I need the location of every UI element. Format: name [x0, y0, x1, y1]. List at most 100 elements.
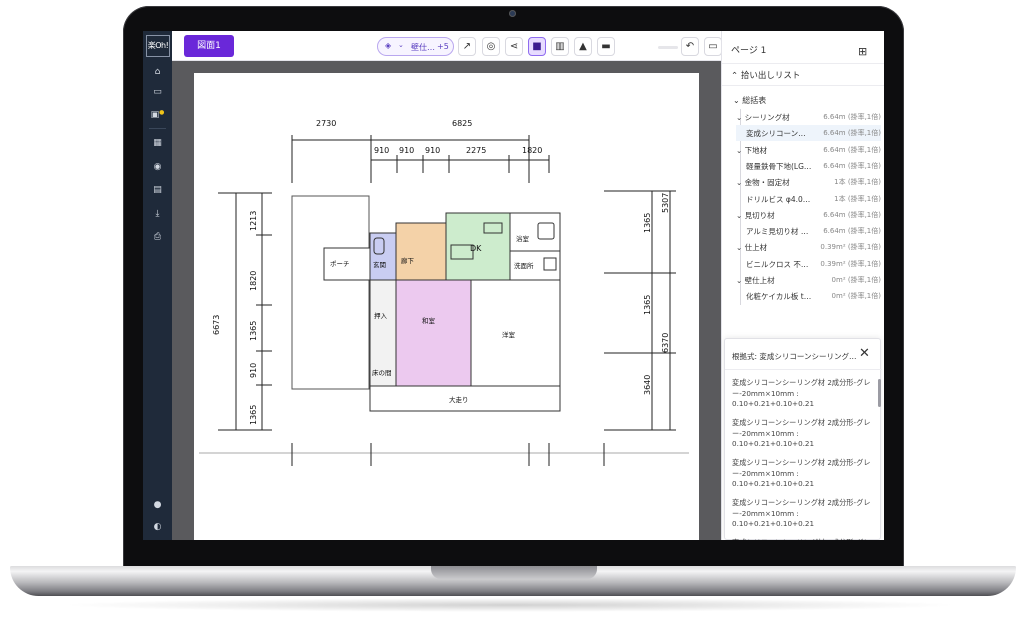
circle-target-icon[interactable]: ◎ — [482, 37, 500, 56]
chevron-down-icon: ⌄ — [398, 41, 404, 49]
app-logo[interactable]: 楽Oh! — [146, 35, 170, 57]
takeoff-list-header[interactable]: ⌃ 拾い出しリスト — [731, 69, 800, 81]
panel-divider — [722, 85, 884, 86]
formula-entry-text: 変成シリコーンシーリング材 2成分形-グレー-20mm×10mm : — [732, 418, 871, 438]
dim-top-910-c: 910 — [425, 146, 440, 155]
column-icon[interactable]: ▥ — [551, 37, 569, 56]
dim-left-1365-b: 1365 — [249, 405, 258, 425]
page-tab[interactable]: 図面1 — [184, 35, 234, 57]
room-closet: 押入 — [374, 311, 388, 320]
comment-icon[interactable]: ▬ — [597, 37, 615, 56]
laptop-shadow — [60, 598, 960, 612]
item-quantity: 6.64m (掛率,1倍) — [823, 210, 881, 219]
settings-icon[interactable]: ◐ — [143, 519, 172, 535]
summary-item-row[interactable]: 変成シリコーンシー… 6.64m (掛率,1倍) — [736, 125, 881, 142]
left-rail: 楽Oh! ⌂ ▭ ▣● ▦ ◉ ▤ ⤓ ⎙ ● ◐ — [143, 31, 172, 540]
dim-left-1365-a: 1365 — [249, 321, 258, 341]
arrow-icon[interactable]: ↗ — [458, 37, 476, 56]
close-icon[interactable]: ✕ — [859, 346, 870, 361]
item-name: ドリルビス φ4.0×25… — [746, 194, 812, 204]
archive-icon[interactable]: ▤ — [143, 182, 172, 198]
formula-entry-value: 0.10+0.21+0.10+0.21 — [732, 519, 815, 528]
room-youshitsu: 洋室 — [502, 330, 516, 339]
summary-table-header[interactable]: ⌄ 総括表 — [733, 95, 766, 106]
item-quantity: 0.39m² (掛率,1倍) — [820, 259, 881, 268]
room-veranda: 大走り — [449, 395, 469, 404]
dim-right-5307: 5307 — [661, 193, 670, 213]
user-icon[interactable]: ● — [143, 497, 172, 513]
rectangle-icon[interactable]: ■ — [528, 37, 546, 56]
dim-top-6825: 6825 — [452, 119, 472, 128]
formula-entry-text: 変成シリコーンシーリング材 2成分形-グレー- — [732, 538, 874, 540]
laptop-notch — [431, 566, 597, 579]
item-name: 変成シリコーンシー… — [746, 129, 812, 139]
item-name: アルミ見切り材 ア… — [746, 227, 812, 237]
summary-item-row[interactable]: アルミ見切り材 ア… 6.64m (掛率,1倍) — [736, 223, 881, 239]
dim-top-2730: 2730 — [316, 119, 336, 128]
summary-group-row[interactable]: ⌄ 仕上材 0.39m² (掛率,1倍) — [736, 239, 881, 255]
rail-divider — [149, 128, 166, 129]
dim-right-6370: 6370 — [661, 333, 670, 353]
formula-entry: 変成シリコーンシーリング材 2成分形-グレー-20mm×10mm :0.10+0… — [732, 498, 874, 530]
ruler-icon[interactable]: ▭ — [704, 37, 722, 56]
summary-group-row[interactable]: ⌄ 壁仕上材 0m² (掛率,1倍) — [736, 272, 881, 288]
item-quantity: 6.64m (掛率,1倍) — [823, 113, 881, 121]
dim-left-1213: 1213 — [249, 211, 258, 231]
home-icon[interactable]: ⌂ — [143, 64, 172, 80]
dim-top-910-a: 910 — [374, 146, 389, 155]
floor-plan-drawing: 2730 6825 910 910 910 2275 1820 6673 121… — [199, 119, 689, 466]
formula-entry: 変成シリコーンシーリング材 2成分形-グレー-20mm×10mm :0.10+0… — [732, 458, 874, 490]
summary-group-row[interactable]: ⌄ 見切り材 6.64m (掛率,1倍) — [736, 207, 881, 223]
item-quantity: 6.64m (掛率,1倍) — [823, 129, 881, 138]
formula-entry-value: 0.10+0.21+0.10+0.21 — [732, 479, 815, 488]
room-washitsu: 和室 — [422, 316, 436, 325]
formula-title: 根拠式: 変成シリコーンシーリング… — [732, 352, 857, 361]
item-quantity: 1本 (掛率,1倍) — [834, 194, 881, 203]
dim-left-6673: 6673 — [212, 315, 221, 335]
dim-right-1365-b: 1365 — [643, 295, 652, 315]
formula-entry: 変成シリコーンシーリング材 2成分形-グレー-20mm×10mm : — [732, 538, 874, 540]
dim-left-1820: 1820 — [249, 271, 258, 291]
formula-entry-value: 0.10+0.21+0.10+0.21 — [732, 399, 815, 408]
table-icon[interactable]: ▦ — [143, 135, 172, 151]
summary-item-row[interactable]: ドリルビス φ4.0×25… 1本 (掛率,1倍) — [736, 191, 881, 207]
eye-icon[interactable]: ◉ — [143, 159, 172, 175]
mountain-icon[interactable]: ▲ — [574, 37, 592, 56]
layer-label: 壁仕… — [411, 43, 435, 52]
zoom-slider[interactable] — [658, 46, 678, 49]
item-quantity: 6.64m (掛率,1倍) — [823, 145, 881, 154]
room-washroom: 洗面所 — [514, 261, 534, 270]
dim-top-910-b: 910 — [399, 146, 414, 155]
summary-group-row[interactable]: ⌄ シーリング材 6.64m (掛率,1倍) — [736, 109, 881, 125]
print-icon[interactable]: ⎙ — [143, 229, 172, 245]
formula-entry: 変成シリコーンシーリング材 2成分形-グレー-20mm×10mm :0.10+0… — [732, 378, 874, 410]
room-dk: DK — [470, 244, 482, 253]
top-toolbar: 図面1 ◈ ⌄ 壁仕… +5 ↗ ◎ ⋖ ■ ▥ ▲ ▬ ↶ ▭ — [172, 31, 722, 61]
layer-selector[interactable]: ◈ ⌄ 壁仕… +5 — [377, 37, 454, 56]
summary-item-row[interactable]: ビニルクロス 不燃… 0.39m² (掛率,1倍) — [736, 256, 881, 272]
summary-item-row[interactable]: 化粧ケイカル板 t=6… 0m² (掛率,1倍) — [736, 288, 881, 304]
formula-entry-value: 0.10+0.21+0.10+0.21 — [732, 439, 815, 448]
summary-item-row[interactable]: 軽量鉄骨下地(LGS… 6.64m (掛率,1倍) — [736, 158, 881, 174]
summary-group-row[interactable]: ⌄ 金物・固定材 1本 (掛率,1倍) — [736, 174, 881, 190]
save-icon[interactable]: ▣● — [143, 107, 172, 123]
item-quantity: 6.64m (掛率,1倍) — [823, 227, 881, 236]
download-icon[interactable]: ⤓ — [143, 206, 172, 222]
item-name: ⌄ 下地材 — [736, 145, 768, 155]
item-name: ビニルクロス 不燃… — [746, 259, 812, 269]
scrollbar[interactable] — [878, 379, 881, 407]
formula-entry: 変成シリコーンシーリング材 2成分形-グレー-20mm×10mm :0.10+0… — [732, 418, 874, 450]
undo-icon[interactable]: ↶ — [681, 37, 699, 56]
dim-left-910: 910 — [249, 363, 258, 378]
formula-detail-popup: 根拠式: 変成シリコーンシーリング… ✕ 変成シリコーンシーリング材 2成分形-… — [724, 338, 882, 540]
summary-group-row[interactable]: ⌄ 下地材 6.64m (掛率,1倍) — [736, 142, 881, 158]
laptop-mockup: 楽Oh! ⌂ ▭ ▣● ▦ ◉ ▤ ⤓ ⎙ ● ◐ 図面1 ◈ ⌄ 壁仕… +5… — [0, 0, 1020, 624]
item-name: 化粧ケイカル板 t=6… — [746, 292, 812, 302]
grid-view-icon[interactable]: ⊞ — [858, 45, 867, 58]
panel-divider — [722, 63, 884, 64]
folder-icon[interactable]: ▭ — [143, 84, 172, 100]
share-nodes-icon[interactable]: ⋖ — [505, 37, 523, 56]
item-quantity: 6.64m (掛率,1倍) — [823, 161, 881, 170]
webcam — [509, 10, 516, 17]
drawing-canvas[interactable]: 2730 6825 910 910 910 2275 1820 6673 121… — [172, 61, 750, 540]
